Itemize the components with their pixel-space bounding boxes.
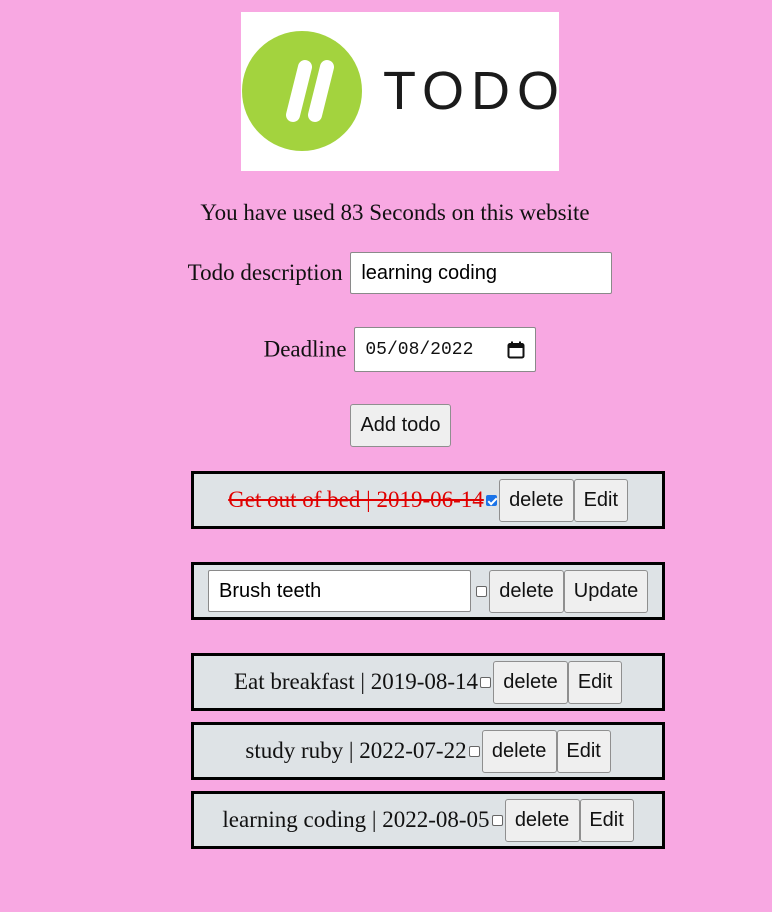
todo-checkbox[interactable]	[476, 585, 487, 597]
todo-item-editing: delete Update	[191, 562, 665, 620]
delete-button[interactable]: delete	[493, 660, 569, 704]
todo-checkbox[interactable]	[485, 494, 497, 506]
edit-button[interactable]: Edit	[556, 729, 611, 773]
deadline-row: Deadline 05/08/2022	[0, 327, 772, 372]
todo-checkbox[interactable]	[468, 745, 480, 757]
description-label: Todo description	[187, 260, 343, 285]
delete-button[interactable]: delete	[498, 478, 574, 522]
todo-item: Eat breakfast | 2019-08-14 delete Edit	[191, 653, 665, 711]
todo-item: Get out of bed | 2019-06-14 delete Edit	[191, 471, 665, 529]
edit-button[interactable]: Edit	[573, 478, 628, 522]
deadline-date-input[interactable]: 05/08/2022	[354, 327, 537, 372]
todo-text: Eat breakfast | 2019-08-14	[233, 669, 479, 694]
calendar-icon[interactable]	[507, 341, 525, 359]
deadline-label: Deadline	[263, 336, 347, 362]
delete-button[interactable]: delete	[481, 729, 557, 773]
todo-text: learning coding | 2022-08-05	[222, 807, 490, 832]
delete-button[interactable]: delete	[489, 569, 564, 613]
deadline-value: 05/08/2022	[365, 339, 474, 360]
todo-checkbox[interactable]	[480, 676, 492, 688]
description-row: Todo description	[0, 252, 772, 294]
usage-timer-text: You have used 83 Seconds on this website	[200, 200, 590, 225]
todo-edit-input[interactable]	[208, 570, 471, 612]
description-input[interactable]	[350, 252, 613, 294]
update-button[interactable]: Update	[564, 569, 648, 613]
logo-text: TODO	[383, 61, 567, 121]
todo-text: Get out of bed | 2019-06-14	[228, 487, 484, 512]
add-todo-button[interactable]: Add todo	[350, 404, 451, 447]
todo-logo: TODO	[241, 12, 559, 171]
todo-item: learning coding | 2022-08-05 delete Edit	[191, 791, 665, 849]
todo-item: study ruby | 2022-07-22 delete Edit	[191, 722, 665, 780]
edit-button[interactable]: Edit	[579, 798, 634, 842]
edit-button[interactable]: Edit	[568, 660, 623, 704]
todo-checkbox[interactable]	[491, 814, 503, 826]
delete-button[interactable]: delete	[504, 798, 580, 842]
todo-text: study ruby | 2022-07-22	[245, 738, 467, 763]
